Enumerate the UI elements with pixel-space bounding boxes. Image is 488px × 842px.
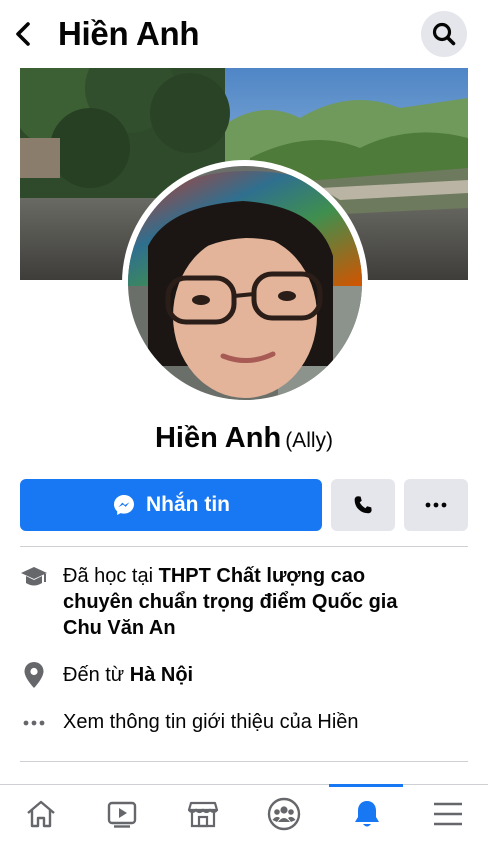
- location-pin-icon-wrap: [20, 661, 48, 689]
- graduation-cap-icon: [21, 567, 47, 586]
- intro-education: Đã học tại THPT Chất lượng cao chuyên ch…: [20, 563, 468, 643]
- tab-home[interactable]: [0, 785, 81, 842]
- graduation-cap-icon-wrap: [20, 563, 48, 591]
- home-icon: [26, 800, 55, 828]
- hometown-prefix: Đến từ: [63, 664, 130, 686]
- see-more-label[interactable]: Xem thông tin giới thiệu của Hiền: [63, 709, 463, 735]
- section-divider: [20, 761, 468, 762]
- groups-icon: [267, 797, 300, 831]
- call-button[interactable]: [331, 479, 395, 531]
- profile-avatar[interactable]: [122, 160, 368, 406]
- profile-alternate-name: (Ally): [285, 429, 334, 452]
- more-horizontal-icon: [23, 720, 45, 726]
- intro-see-more[interactable]: Xem thông tin giới thiệu của Hiền: [20, 709, 468, 737]
- page-title: Hiền Anh: [58, 15, 200, 52]
- phone-icon: [354, 496, 372, 514]
- menu-hamburger-icon: [433, 802, 462, 826]
- chevron-left-icon: [16, 22, 30, 46]
- message-button-label: Nhắn tin: [146, 493, 230, 516]
- more-options-button[interactable]: [404, 479, 468, 531]
- search-button[interactable]: [421, 11, 467, 57]
- education-school-line2[interactable]: chuyên chuẩn trọng điểm Quốc gia: [63, 591, 397, 613]
- top-header: Hiền Anh: [0, 0, 488, 68]
- tab-watch[interactable]: [81, 785, 162, 842]
- education-school-line1[interactable]: THPT Chất lượng cao: [159, 565, 365, 587]
- education-school-line3[interactable]: Chu Văn An: [63, 617, 176, 639]
- tab-menu[interactable]: [407, 785, 488, 842]
- profile-name-main: Hiền Anh: [154, 422, 282, 454]
- tab-marketplace[interactable]: [162, 785, 243, 842]
- message-button[interactable]: Nhắn tin: [20, 479, 322, 531]
- search-icon: [432, 22, 456, 46]
- tab-notifications[interactable]: [324, 785, 409, 842]
- education-prefix: Đã học tại: [63, 565, 159, 587]
- profile-name: Hiền Anh (Ally): [0, 418, 488, 463]
- intro-hometown: Đến từ Hà Nội: [20, 661, 468, 691]
- section-divider: [20, 546, 468, 547]
- more-horizontal-icon: [425, 502, 447, 508]
- bottom-tab-bar: [0, 784, 488, 842]
- marketplace-store-icon: [187, 801, 218, 828]
- location-pin-icon: [24, 662, 44, 688]
- hometown-text: Đến từ Hà Nội: [63, 662, 463, 688]
- more-horizontal-icon-wrap: [20, 709, 48, 737]
- hometown-place[interactable]: Hà Nội: [130, 664, 193, 686]
- notifications-bell-icon: [354, 801, 379, 827]
- back-button[interactable]: [10, 16, 38, 52]
- education-text: Đã học tại THPT Chất lượng cao chuyên ch…: [63, 563, 463, 641]
- messenger-icon: [114, 495, 134, 515]
- tab-groups[interactable]: [243, 785, 324, 842]
- video-play-icon: [107, 801, 136, 828]
